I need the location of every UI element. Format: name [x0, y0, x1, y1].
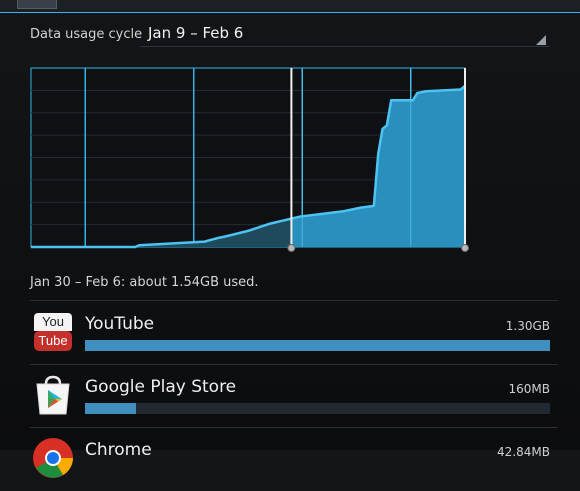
- youtube-icon: You Tube: [32, 311, 74, 353]
- period-marker-handle: [461, 244, 469, 252]
- period-marker-handle: [287, 244, 296, 252]
- usage-bar-fill: [85, 403, 137, 414]
- app-size: 42.84MB: [497, 445, 550, 459]
- usage-summary: Jan 30 – Feb 6: about 1.54GB used.: [30, 275, 259, 290]
- youtube-icon-top: You: [34, 313, 72, 331]
- usage-bar-fill: [85, 340, 550, 351]
- youtube-icon-bottom: Tube: [34, 331, 72, 351]
- app-row-chrome[interactable]: Chrome 42.84MB: [30, 429, 558, 491]
- app-name: Google Play Store: [85, 377, 237, 397]
- app-name: Chrome: [85, 440, 152, 460]
- app-size: 1.30GB: [505, 319, 550, 333]
- app-size: 160MB: [508, 382, 551, 396]
- chrome-icon: [32, 437, 74, 479]
- usage-chart: [30, 67, 469, 252]
- usage-bar: [85, 340, 550, 351]
- app-name: YouTube: [85, 314, 155, 334]
- usage-bar: [85, 403, 550, 414]
- divider: [30, 364, 558, 365]
- play-store-icon: [32, 374, 74, 416]
- app-row-youtube[interactable]: You Tube YouTube 1.30GB: [30, 303, 558, 365]
- divider: [30, 427, 558, 428]
- app-row-play-store[interactable]: Google Play Store 160MB: [30, 366, 558, 428]
- divider: [30, 300, 558, 301]
